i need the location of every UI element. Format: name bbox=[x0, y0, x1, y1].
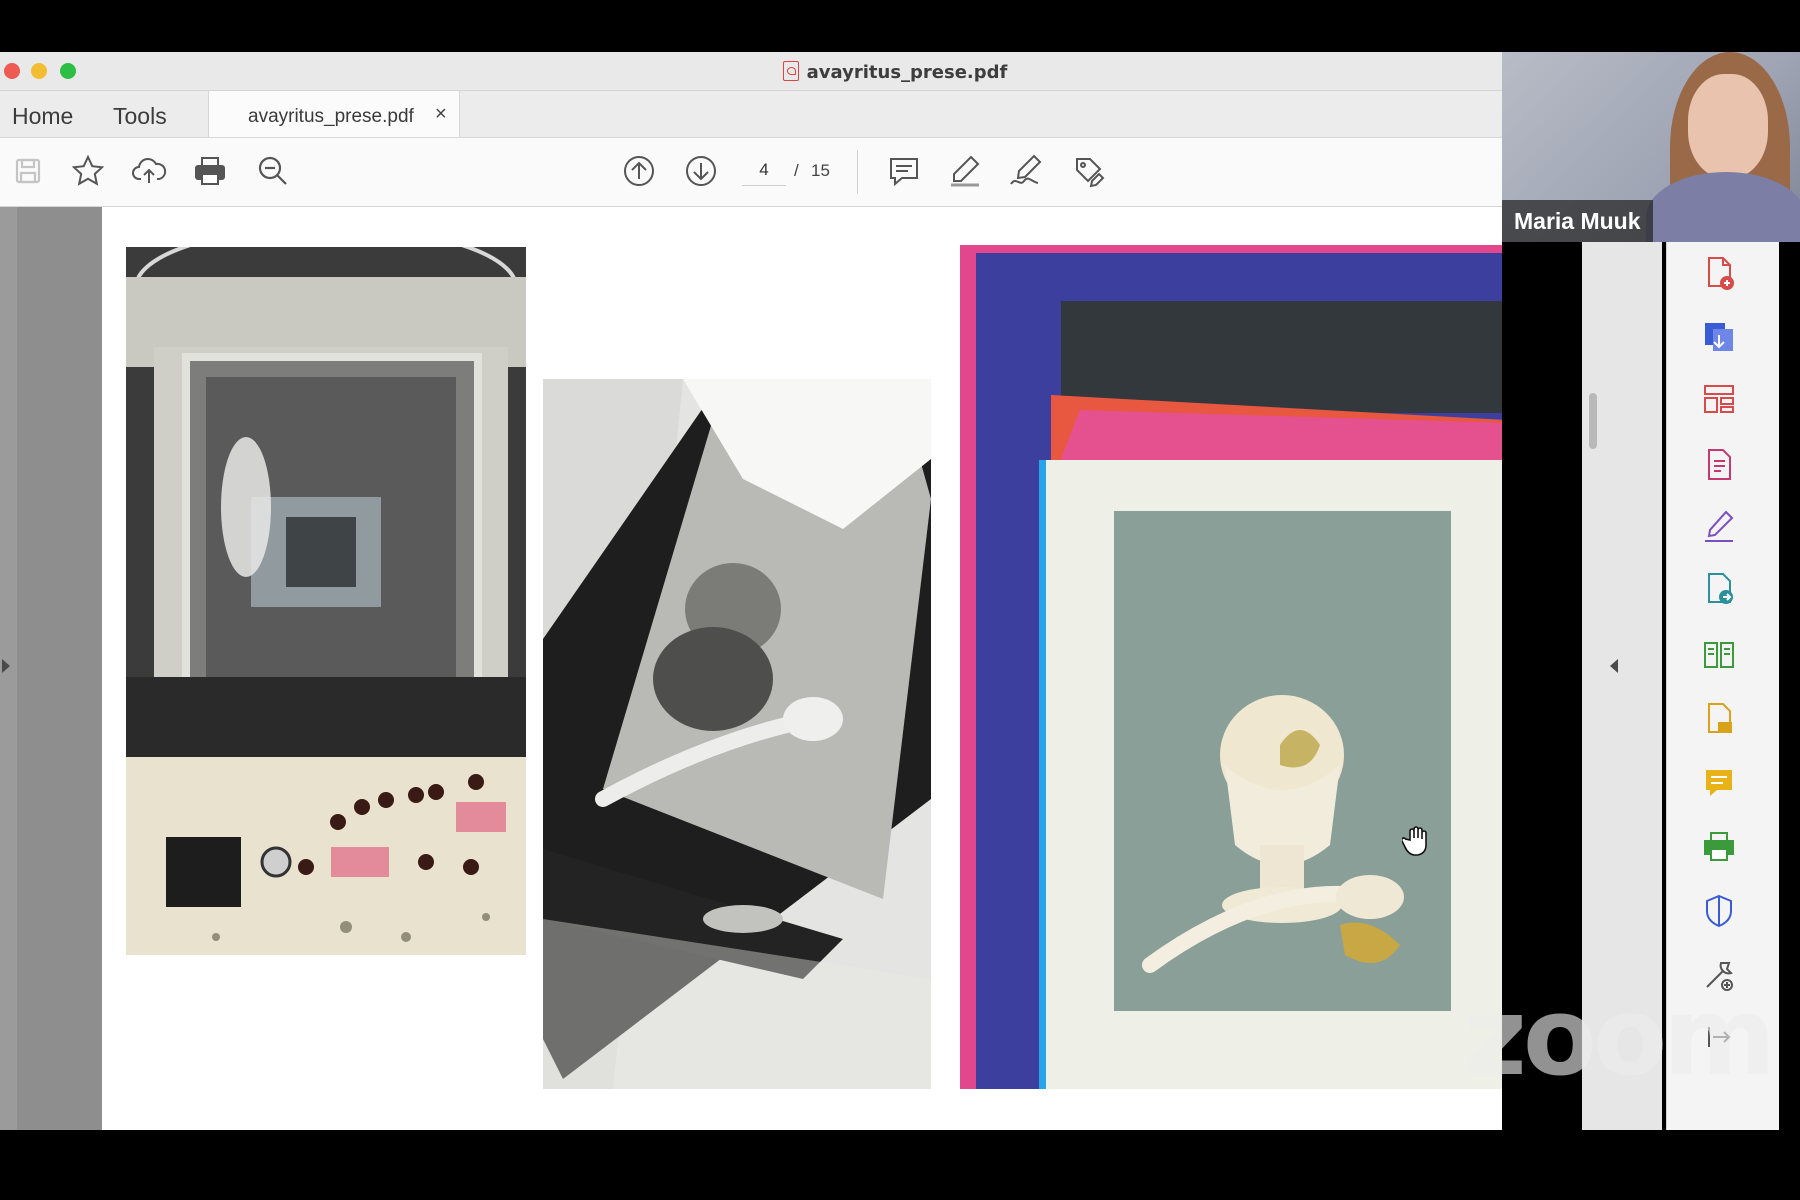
create-pdf-icon[interactable] bbox=[1699, 253, 1739, 293]
fill-sign-icon[interactable] bbox=[1699, 507, 1739, 547]
pdf-viewer-window: avayritus_prese.pdf Home Tools avayritus… bbox=[0, 52, 1502, 1130]
left-panel-toggle[interactable] bbox=[0, 207, 17, 1130]
expand-left-panel-icon[interactable] bbox=[2, 659, 10, 673]
document-viewport[interactable] bbox=[0, 207, 1502, 1130]
title-bar: avayritus_prese.pdf bbox=[0, 52, 1502, 91]
toolbar-divider bbox=[857, 150, 858, 194]
participant-video[interactable]: Maria Muuk bbox=[1502, 52, 1800, 242]
photo-colour-print bbox=[960, 245, 1502, 1089]
next-page-icon[interactable] bbox=[681, 151, 721, 191]
document-tab[interactable]: avayritus_prese.pdf × bbox=[208, 91, 460, 137]
compare-icon[interactable] bbox=[1699, 635, 1739, 675]
pdf-page[interactable] bbox=[102, 207, 1502, 1130]
sign-icon[interactable] bbox=[1006, 151, 1046, 191]
upload-cloud-icon[interactable] bbox=[129, 151, 169, 191]
send-file-icon[interactable] bbox=[1699, 569, 1739, 609]
protect-file-icon[interactable] bbox=[1699, 699, 1739, 739]
print-icon[interactable] bbox=[190, 151, 230, 191]
hand-cursor-icon bbox=[1400, 825, 1430, 857]
bookmark-star-icon[interactable] bbox=[68, 151, 108, 191]
tab-home[interactable]: Home bbox=[12, 103, 73, 130]
photo-contact-print bbox=[543, 379, 931, 1089]
previous-page-icon[interactable] bbox=[619, 151, 659, 191]
close-tab-button[interactable]: × bbox=[435, 103, 447, 126]
edit-tag-icon[interactable] bbox=[1068, 151, 1108, 191]
edit-pdf-icon[interactable] bbox=[1699, 445, 1739, 485]
organize-pages-icon[interactable] bbox=[1699, 379, 1739, 419]
vertical-scrollbar[interactable] bbox=[1589, 393, 1597, 449]
window-title-text: avayritus_prese.pdf bbox=[806, 62, 1008, 83]
toolbar: 4 / 15 bbox=[0, 138, 1502, 207]
save-icon[interactable] bbox=[8, 151, 48, 191]
collapse-right-panel-icon[interactable] bbox=[1610, 659, 1618, 673]
window-title: avayritus_prese.pdf bbox=[0, 61, 1502, 83]
comment-tool-icon[interactable] bbox=[1699, 763, 1739, 803]
page-number-input[interactable]: 4 bbox=[742, 155, 786, 186]
photo-machine bbox=[126, 247, 526, 955]
document-tab-label: avayritus_prese.pdf bbox=[248, 106, 414, 127]
pdf-file-icon bbox=[782, 61, 799, 81]
comment-icon[interactable] bbox=[884, 151, 924, 191]
tab-tools[interactable]: Tools bbox=[113, 103, 167, 130]
tab-bar: Home Tools avayritus_prese.pdf × bbox=[0, 91, 1502, 138]
page-total: 15 bbox=[811, 161, 830, 180]
zoom-out-icon[interactable] bbox=[253, 151, 293, 191]
highlight-icon[interactable] bbox=[945, 151, 985, 191]
protect-icon[interactable] bbox=[1699, 891, 1739, 931]
participant-face bbox=[1688, 74, 1768, 178]
participant-name: Maria Muuk bbox=[1502, 200, 1653, 242]
print-production-icon[interactable] bbox=[1699, 827, 1739, 867]
export-pdf-icon[interactable] bbox=[1699, 317, 1739, 357]
zoom-watermark: zoom bbox=[1464, 975, 1776, 1100]
page-separator: / bbox=[794, 161, 799, 180]
